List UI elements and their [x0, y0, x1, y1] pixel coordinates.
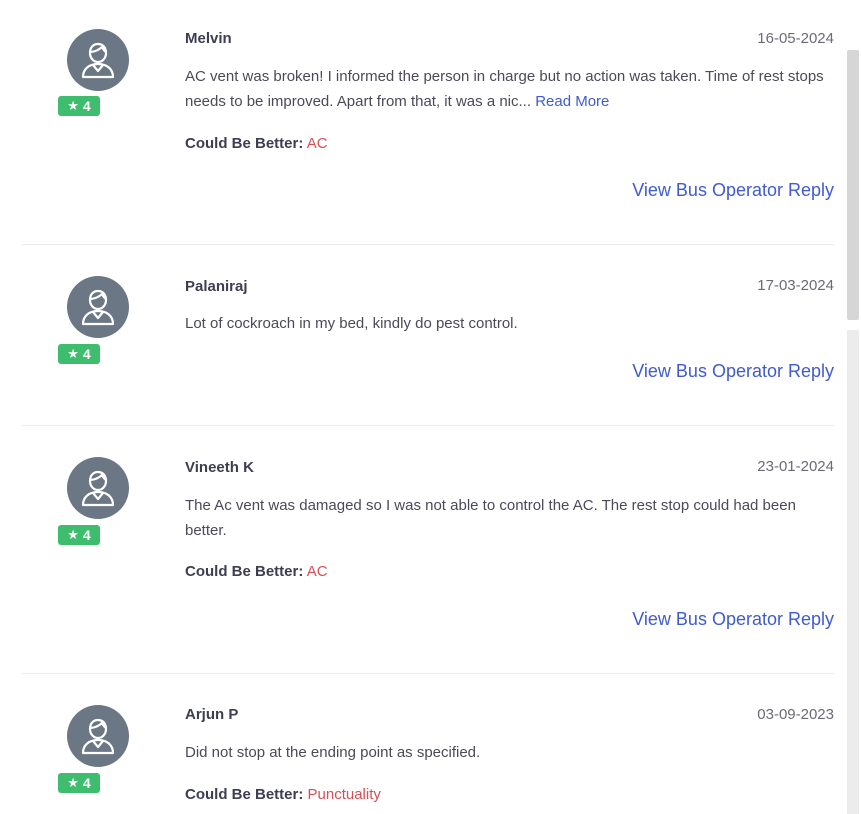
review-text-body: The Ac vent was damaged so I was not abl…: [185, 497, 796, 539]
read-more-link[interactable]: Read More: [535, 93, 609, 110]
could-be-better: Could Be Better: AC: [185, 563, 328, 580]
rating-value: 4: [82, 527, 91, 543]
could-be-better: Could Be Better: AC: [185, 135, 328, 152]
review-date: 03-09-2023: [757, 706, 834, 723]
star-icon: ★: [67, 346, 79, 362]
could-be-better-tag: AC: [306, 135, 328, 152]
review-text: AC vent was broken! I informed the perso…: [185, 64, 835, 114]
review-text: The Ac vent was damaged so I was not abl…: [185, 493, 835, 543]
review-item: ★ 4 Arjun P 03-09-2023 Did not stop at t…: [22, 674, 834, 814]
view-operator-reply-link[interactable]: View Bus Operator Reply: [632, 180, 834, 201]
review-item: ★ 4 Melvin 16-05-2024 AC vent was broken…: [22, 0, 834, 244]
user-avatar-icon: [67, 276, 129, 338]
star-icon: ★: [67, 98, 79, 114]
reviewer-name: Palaniraj: [185, 278, 248, 295]
review-text-body: Lot of cockroach in my bed, kindly do pe…: [185, 315, 518, 332]
star-icon: ★: [67, 527, 79, 543]
scrollbar-thumb[interactable]: [847, 50, 859, 320]
reviewer-name: Vineeth K: [185, 459, 254, 476]
review-item: ★ 4 Palaniraj 17-03-2024 Lot of cockroac…: [22, 245, 834, 425]
rating-value: 4: [82, 98, 91, 114]
could-be-better-label: Could Be Better:: [185, 786, 304, 803]
user-avatar-icon: [67, 29, 129, 91]
scrollbar-track[interactable]: [845, 0, 861, 814]
view-operator-reply-link[interactable]: View Bus Operator Reply: [632, 609, 834, 630]
rating-badge: ★ 4: [58, 344, 100, 364]
review-date: 23-01-2024: [757, 458, 834, 475]
user-avatar-icon: [67, 705, 129, 767]
star-icon: ★: [67, 775, 79, 791]
rating-value: 4: [82, 775, 91, 791]
could-be-better-label: Could Be Better:: [185, 135, 304, 152]
review-text: Did not stop at the ending point as spec…: [185, 740, 835, 765]
could-be-better-label: Could Be Better:: [185, 563, 304, 580]
review-text: Lot of cockroach in my bed, kindly do pe…: [185, 311, 835, 336]
could-be-better-tag: AC: [306, 563, 328, 580]
view-operator-reply-link[interactable]: View Bus Operator Reply: [632, 361, 834, 382]
user-avatar-icon: [67, 457, 129, 519]
reviewer-name: Melvin: [185, 30, 232, 47]
rating-badge: ★ 4: [58, 96, 100, 116]
review-date: 17-03-2024: [757, 277, 834, 294]
could-be-better-tag: Punctuality: [307, 786, 381, 803]
could-be-better: Could Be Better: Punctuality: [185, 786, 381, 803]
reviewer-name: Arjun P: [185, 706, 239, 723]
review-text-body: Did not stop at the ending point as spec…: [185, 744, 481, 761]
rating-value: 4: [82, 346, 91, 362]
review-text-body: AC vent was broken! I informed the perso…: [185, 68, 824, 110]
rating-badge: ★ 4: [58, 773, 100, 793]
scrollbar-lower-track: [847, 330, 859, 814]
review-date: 16-05-2024: [757, 30, 834, 47]
rating-badge: ★ 4: [58, 525, 100, 545]
review-item: ★ 4 Vineeth K 23-01-2024 The Ac vent was…: [22, 426, 834, 673]
